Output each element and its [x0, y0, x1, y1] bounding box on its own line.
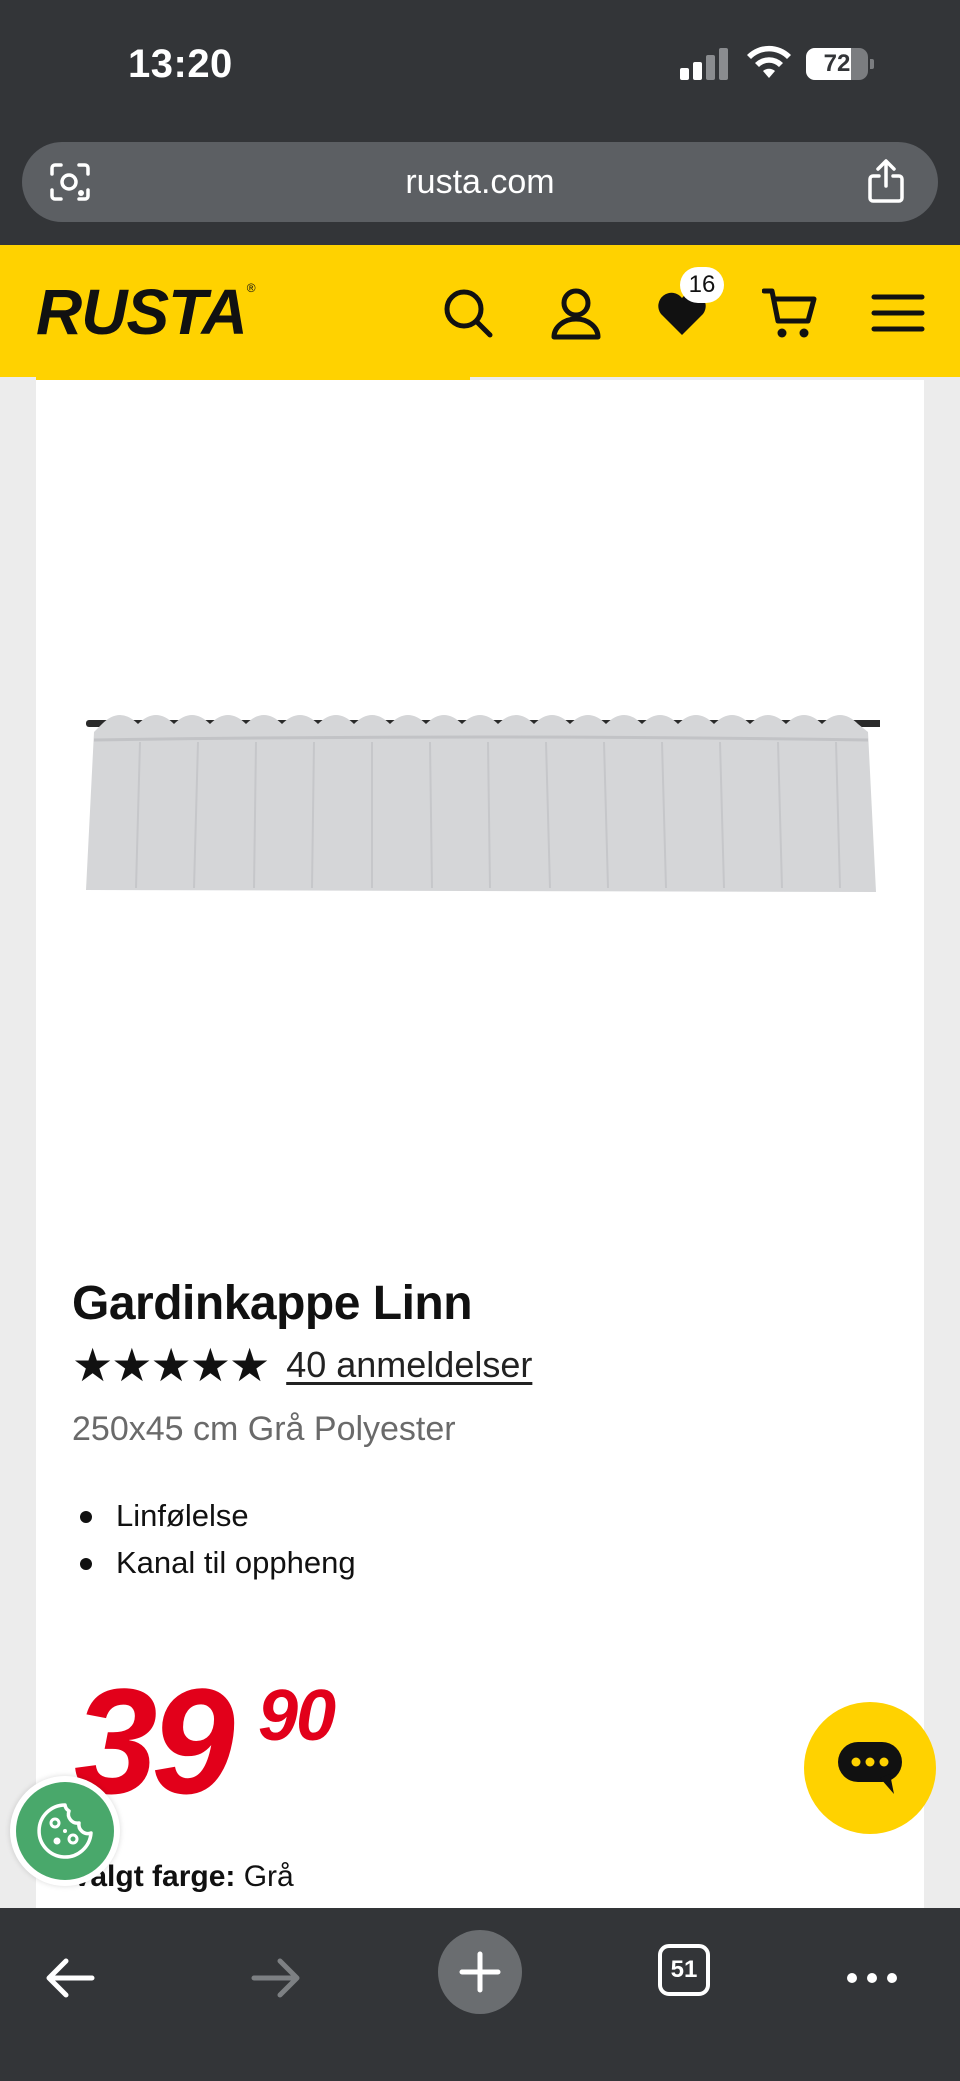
- cookie-settings-button[interactable]: [10, 1776, 120, 1886]
- feature-item: Linfølelse: [72, 1492, 356, 1539]
- forward-arrow-icon[interactable]: [246, 1948, 306, 2008]
- browser-address-area: rusta.com: [0, 130, 960, 245]
- account-icon[interactable]: [548, 285, 604, 341]
- chat-bubble-icon: [838, 1742, 902, 1794]
- cookie-icon: [37, 1803, 93, 1859]
- search-icon[interactable]: [440, 285, 496, 341]
- more-options-icon[interactable]: [842, 1948, 902, 2008]
- product-rating: ★★★★★ 40 anmeldelser: [72, 1340, 532, 1390]
- rusta-logo[interactable]: RUSTA®: [36, 275, 256, 349]
- menu-icon[interactable]: [870, 285, 926, 341]
- selected-color-value: Grå: [243, 1860, 294, 1893]
- url-text: rusta.com: [405, 163, 555, 201]
- battery-percent: 72: [823, 50, 851, 77]
- wifi-icon: [747, 45, 791, 78]
- logo-text: RUSTA: [36, 276, 248, 348]
- tabs-overview-button[interactable]: 51: [658, 1944, 710, 1996]
- battery-icon: 72: [806, 48, 874, 80]
- site-header: RUSTA® 16: [0, 245, 960, 377]
- logo-registered-mark: ®: [246, 281, 256, 295]
- chat-button[interactable]: [804, 1702, 936, 1834]
- price-decimals: 90: [258, 1676, 336, 1756]
- cart-icon[interactable]: [762, 285, 818, 341]
- status-bar: 13:20 72: [0, 0, 960, 130]
- back-arrow-icon[interactable]: [40, 1948, 100, 2008]
- reviews-link[interactable]: 40 anmeldelser: [286, 1344, 532, 1386]
- product-card: Gardinkappe Linn ★★★★★ 40 anmeldelser 25…: [36, 380, 924, 1910]
- product-image[interactable]: [80, 680, 880, 910]
- feature-list: Linfølelse Kanal til oppheng: [72, 1492, 356, 1586]
- cellular-signal-icon: [680, 48, 730, 80]
- plus-icon: [459, 1951, 501, 1993]
- share-icon[interactable]: [866, 158, 906, 204]
- product-subtitle: 250x45 cm Grå Polyester: [72, 1410, 456, 1448]
- status-time: 13:20: [128, 42, 233, 86]
- browser-toolbar: 51: [0, 1908, 960, 2081]
- feature-item: Kanal til oppheng: [72, 1539, 356, 1586]
- star-rating-icon: ★★★★★: [72, 1339, 270, 1391]
- product-title: Gardinkappe Linn: [72, 1277, 473, 1330]
- new-tab-button[interactable]: [438, 1930, 522, 2014]
- address-bar[interactable]: rusta.com: [22, 142, 938, 222]
- favorites-count-badge: 16: [680, 267, 724, 303]
